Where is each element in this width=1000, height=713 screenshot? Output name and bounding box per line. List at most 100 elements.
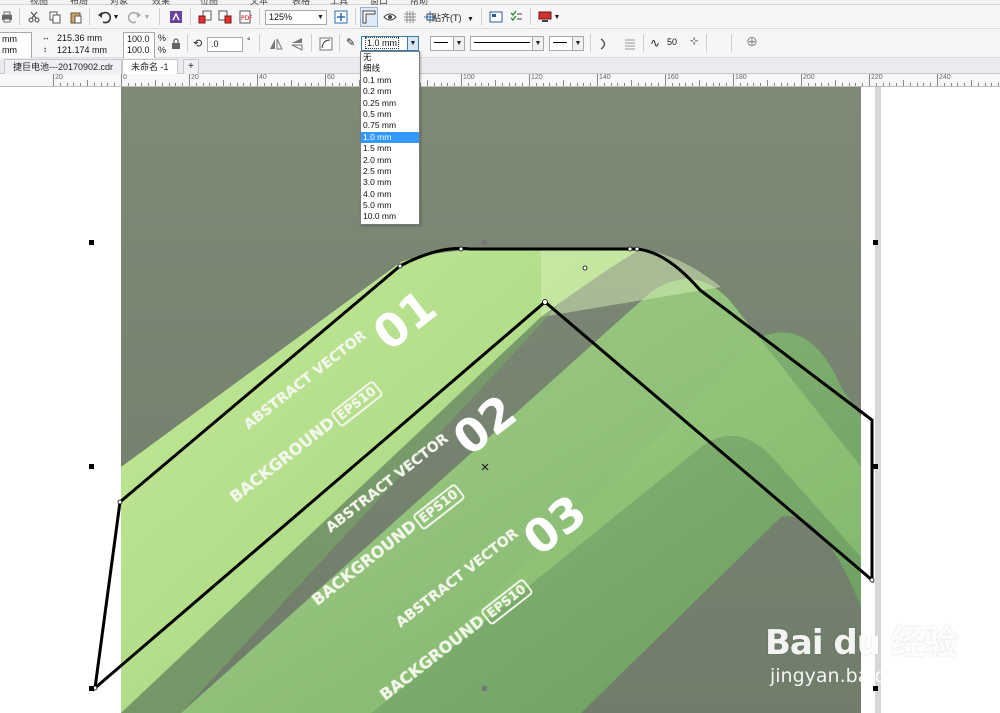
outline-option-3-0mm[interactable]: 3.0 mm xyxy=(361,177,419,188)
ruler-minor-tick xyxy=(984,83,986,86)
outline-option-10-0mm[interactable]: 10.0 mm xyxy=(361,211,419,222)
full-screen-preview-button[interactable] xyxy=(333,7,349,27)
ruler-minor-tick xyxy=(175,83,177,86)
redo-button[interactable]: ▼ xyxy=(126,7,152,27)
outline-option-1-0mm[interactable]: 1.0 mm xyxy=(361,131,419,144)
import-button[interactable] xyxy=(196,7,214,27)
ruler-minor-tick xyxy=(155,80,156,86)
outline-width-dropdown-list[interactable]: 无 细线 0.1 mm 0.2 mm 0.25 mm 0.5 mm 0.75 m… xyxy=(360,51,420,225)
publish-pdf-button[interactable]: PDF xyxy=(236,7,254,27)
outline-option-0-1mm[interactable]: 0.1 mm xyxy=(361,75,419,86)
ruler-minor-tick xyxy=(699,80,700,86)
options-button[interactable] xyxy=(507,7,525,27)
copy-button[interactable] xyxy=(47,7,63,27)
outline-option-2-0mm[interactable]: 2.0 mm xyxy=(361,155,419,166)
ruler-minor-tick xyxy=(692,83,694,86)
scale-y-field[interactable]: 100.0 xyxy=(123,44,155,59)
outline-option-2-5mm[interactable]: 2.5 mm xyxy=(361,166,419,177)
end-arrowhead-combo[interactable]: ▼ xyxy=(549,36,584,51)
outline-option-0-2mm[interactable]: 0.2 mm xyxy=(361,86,419,97)
print-button[interactable] xyxy=(0,7,14,27)
outline-width-combo[interactable]: 1.0 mm ▼ xyxy=(361,36,419,51)
outline-option-none[interactable]: 无 xyxy=(361,52,419,63)
ruler-minor-tick xyxy=(229,83,231,86)
undo-button[interactable]: ▼ xyxy=(95,7,121,27)
ruler-minor-tick xyxy=(964,83,966,86)
y-position-field[interactable]: mm xyxy=(0,44,32,59)
chevron-down-icon[interactable]: ▼ xyxy=(407,37,418,50)
mirror-vertical-button[interactable] xyxy=(289,34,305,54)
ruler-minor-tick xyxy=(631,80,632,86)
chevron-down-icon[interactable]: ▼ xyxy=(532,37,543,50)
mirror-vertical-icon xyxy=(291,38,303,51)
wrap-text-button[interactable] xyxy=(596,34,612,54)
chevron-down-icon[interactable]: ▼ xyxy=(315,11,326,24)
show-grid-button[interactable] xyxy=(401,7,419,27)
ruler-minor-tick xyxy=(495,80,496,86)
outline-option-0-25mm[interactable]: 0.25 mm xyxy=(361,98,419,109)
ruler-minor-tick xyxy=(114,83,116,86)
ruler-minor-tick xyxy=(134,83,136,86)
slider-icon[interactable]: ⊹ xyxy=(690,36,698,48)
chevron-down-icon[interactable]: ▼ xyxy=(572,37,583,50)
paste-button[interactable] xyxy=(68,7,84,27)
snap-to-menu[interactable]: 贴齐(T) ▼ xyxy=(432,12,474,26)
width-arrows-icon: ↔ xyxy=(42,33,50,42)
ruler-minor-tick xyxy=(943,83,945,86)
ruler-minor-tick xyxy=(957,83,959,86)
ruler-minor-tick xyxy=(896,83,898,86)
watermark-url: jingyan.baidu.com xyxy=(770,665,946,687)
application-launcher-button[interactable]: ▼ xyxy=(536,7,562,27)
chevron-down-icon[interactable]: ▼ xyxy=(453,37,464,50)
ruler-minor-tick xyxy=(651,83,653,86)
curve-smoothing-field[interactable]: 50 xyxy=(664,36,688,51)
export-button[interactable] xyxy=(216,7,234,27)
text-wrap-options-button[interactable] xyxy=(622,34,638,54)
show-rulers-button[interactable] xyxy=(360,7,378,27)
outline-option-hairline[interactable]: 细线 xyxy=(361,63,419,74)
ruler-minor-tick xyxy=(440,83,442,86)
ruler-minor-tick xyxy=(760,83,762,86)
ruler-major-tick xyxy=(869,74,870,86)
ruler-minor-tick xyxy=(882,83,884,86)
outline-option-5-0mm[interactable]: 5.0 mm xyxy=(361,200,419,211)
ruler-minor-tick xyxy=(447,83,449,86)
ruler-minor-tick xyxy=(467,83,469,86)
ruler-minor-tick xyxy=(161,83,163,86)
tab-document-2[interactable]: 未命名 -1 xyxy=(122,59,178,74)
welcome-screen-button[interactable] xyxy=(487,7,505,27)
artwork-bitmap[interactable]: ABSTRACT VECTOR BACKGROUNDEPS10 01 ABSTR… xyxy=(121,87,861,713)
document-tab-bar: 捷巨电池---20170902.cdr 未命名 -1 + xyxy=(0,58,1000,74)
ruler-minor-tick xyxy=(903,80,904,86)
cut-button[interactable] xyxy=(26,7,42,27)
ruler-minor-tick xyxy=(821,83,823,86)
search-content-button[interactable] xyxy=(167,7,185,27)
line-style-combo[interactable]: ▼ xyxy=(470,36,544,51)
ruler-minor-tick xyxy=(522,83,524,86)
ruler-minor-tick xyxy=(420,83,422,86)
ruler-minor-tick xyxy=(270,83,272,86)
view-manager-button[interactable] xyxy=(381,7,399,27)
add-icon[interactable]: ⊕ xyxy=(746,34,758,48)
ruler-minor-tick xyxy=(726,83,728,86)
ruler-minor-tick xyxy=(644,83,646,86)
zoom-level-combo[interactable]: 125% ▼ xyxy=(265,10,327,25)
tab-document-1[interactable]: 捷巨电池---20170902.cdr xyxy=(4,59,123,74)
chevron-down-icon: ▼ xyxy=(143,13,151,21)
outline-option-1-5mm[interactable]: 1.5 mm xyxy=(361,143,419,154)
ruler-minor-tick xyxy=(209,83,211,86)
new-tab-button[interactable]: + xyxy=(183,59,199,74)
ruler-major-tick xyxy=(189,74,190,86)
outline-option-4-0mm[interactable]: 4.0 mm xyxy=(361,189,419,200)
lock-ratio-button[interactable] xyxy=(169,34,183,54)
separator xyxy=(643,34,644,52)
outline-option-0-5mm[interactable]: 0.5 mm xyxy=(361,109,419,120)
rotation-angle-field[interactable]: .0 xyxy=(207,37,243,52)
mirror-horizontal-button[interactable] xyxy=(268,34,284,54)
horizontal-ruler[interactable]: 20020406080100120140160180200220240 xyxy=(0,74,1000,87)
convert-to-curves-button[interactable] xyxy=(318,34,334,54)
ruler-minor-tick xyxy=(719,83,721,86)
start-arrowhead-combo[interactable]: ▼ xyxy=(430,36,465,51)
object-height-field[interactable]: 121.174 mm xyxy=(54,44,116,59)
outline-option-0-75mm[interactable]: 0.75 mm xyxy=(361,120,419,131)
